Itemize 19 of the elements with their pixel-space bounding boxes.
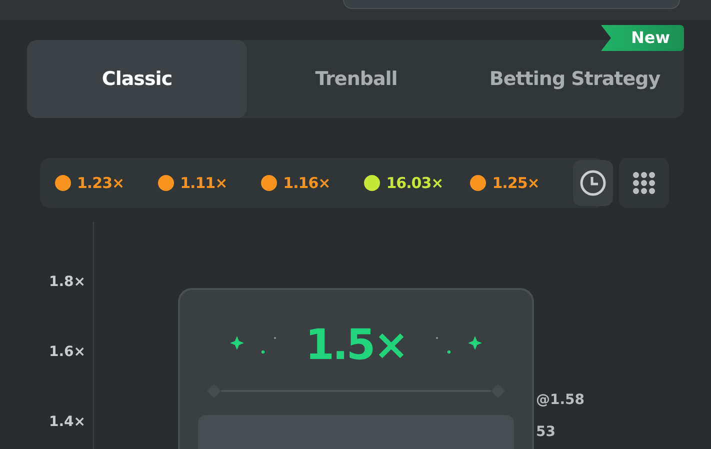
mode-tab[interactable]: Classic — [27, 40, 247, 118]
top-field[interactable] — [343, 0, 680, 9]
multiplier-value: 1.16× — [283, 174, 330, 192]
axis-label: 1.6× — [49, 344, 86, 360]
multiplier-value: 1.25× — [492, 174, 540, 192]
axis-label: 1.4× — [49, 414, 86, 430]
multiplier-value: 16.03× — [386, 174, 444, 192]
result-multiplier: 1.5× — [305, 320, 407, 369]
side-label: @1.58 — [536, 392, 585, 408]
side-label: 53 — [536, 424, 556, 440]
multiplier-value: 1.11× — [180, 174, 228, 192]
multiplier-value: 1.23× — [77, 174, 124, 192]
new-ribbon: New — [600, 25, 684, 51]
dots-grid-icon — [633, 172, 655, 194]
grid-button[interactable] — [619, 158, 669, 208]
history-button[interactable] — [573, 160, 614, 206]
axis-label: 1.8× — [49, 274, 86, 290]
clock-icon — [579, 169, 608, 197]
mode-tab[interactable]: Trenball — [247, 40, 466, 118]
